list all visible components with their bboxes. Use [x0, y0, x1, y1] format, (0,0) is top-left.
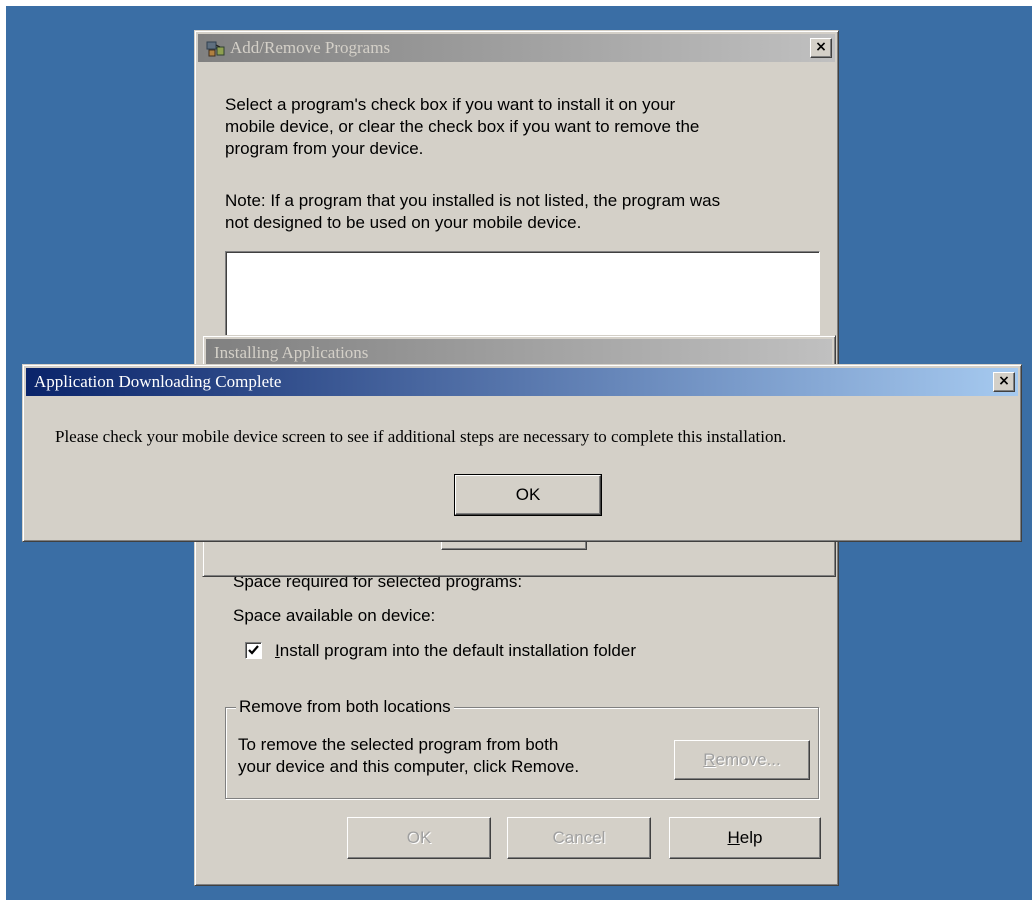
remove-group-title: Remove from both locations — [236, 696, 454, 717]
checkmark-icon — [248, 645, 259, 655]
downloading-complete-message: Please check your mobile device screen t… — [55, 427, 787, 446]
application-downloading-complete-dialog: Application Downloading Complete × Pleas… — [22, 364, 1022, 542]
remove-from-both-locations-group: Remove from both locations To remove the… — [225, 696, 819, 799]
add-remove-programs-title: Add/Remove Programs — [230, 38, 391, 57]
help-button-accel: H — [727, 828, 740, 847]
help-button[interactable]: Help — [669, 817, 821, 859]
add-remove-programs-icon — [206, 41, 225, 57]
downloading-complete-title: Application Downloading Complete — [34, 372, 282, 391]
remove-button-label: emove... — [715, 750, 781, 769]
remove-button[interactable]: Remove... — [674, 740, 810, 780]
ok-button[interactable]: OK — [347, 817, 491, 859]
instructions-line-1: Select a program's check box if you want… — [225, 95, 676, 114]
help-button-label: elp — [739, 828, 763, 847]
install-default-folder-checkbox[interactable] — [245, 642, 262, 659]
downloading-complete-close-button[interactable]: × — [993, 372, 1015, 392]
add-remove-programs-titlebar[interactable]: Add/Remove Programs × — [198, 34, 835, 62]
install-default-folder-label[interactable]: Install program into the default install… — [275, 640, 636, 661]
space-available-label: Space available on device: — [233, 606, 436, 625]
downloading-complete-titlebar[interactable]: Application Downloading Complete × — [26, 368, 1018, 396]
close-icon: × — [998, 373, 1010, 389]
installing-applications-titlebar[interactable]: Installing Applications — [206, 339, 832, 367]
downloading-complete-ok-button[interactable]: OK — [454, 474, 602, 516]
remove-description-line-1: To remove the selected program from both — [238, 735, 559, 754]
note-line-1: Note: If a program that you installed is… — [225, 191, 721, 210]
install-default-folder-label-text: nstall program into the default installa… — [279, 641, 636, 660]
cancel-button[interactable]: Cancel — [507, 817, 651, 859]
installing-applications-title: Installing Applications — [214, 343, 369, 362]
instructions-line-2: mobile device, or clear the check box if… — [225, 117, 700, 136]
remove-button-accel: R — [703, 750, 716, 769]
instructions-line-3: program from your device. — [225, 139, 424, 158]
close-icon: × — [815, 39, 827, 55]
remove-description-line-2: your device and this computer, click Rem… — [238, 757, 580, 776]
note-line-2: not designed to be used on your mobile d… — [225, 213, 582, 232]
add-remove-programs-close-button[interactable]: × — [810, 38, 832, 58]
